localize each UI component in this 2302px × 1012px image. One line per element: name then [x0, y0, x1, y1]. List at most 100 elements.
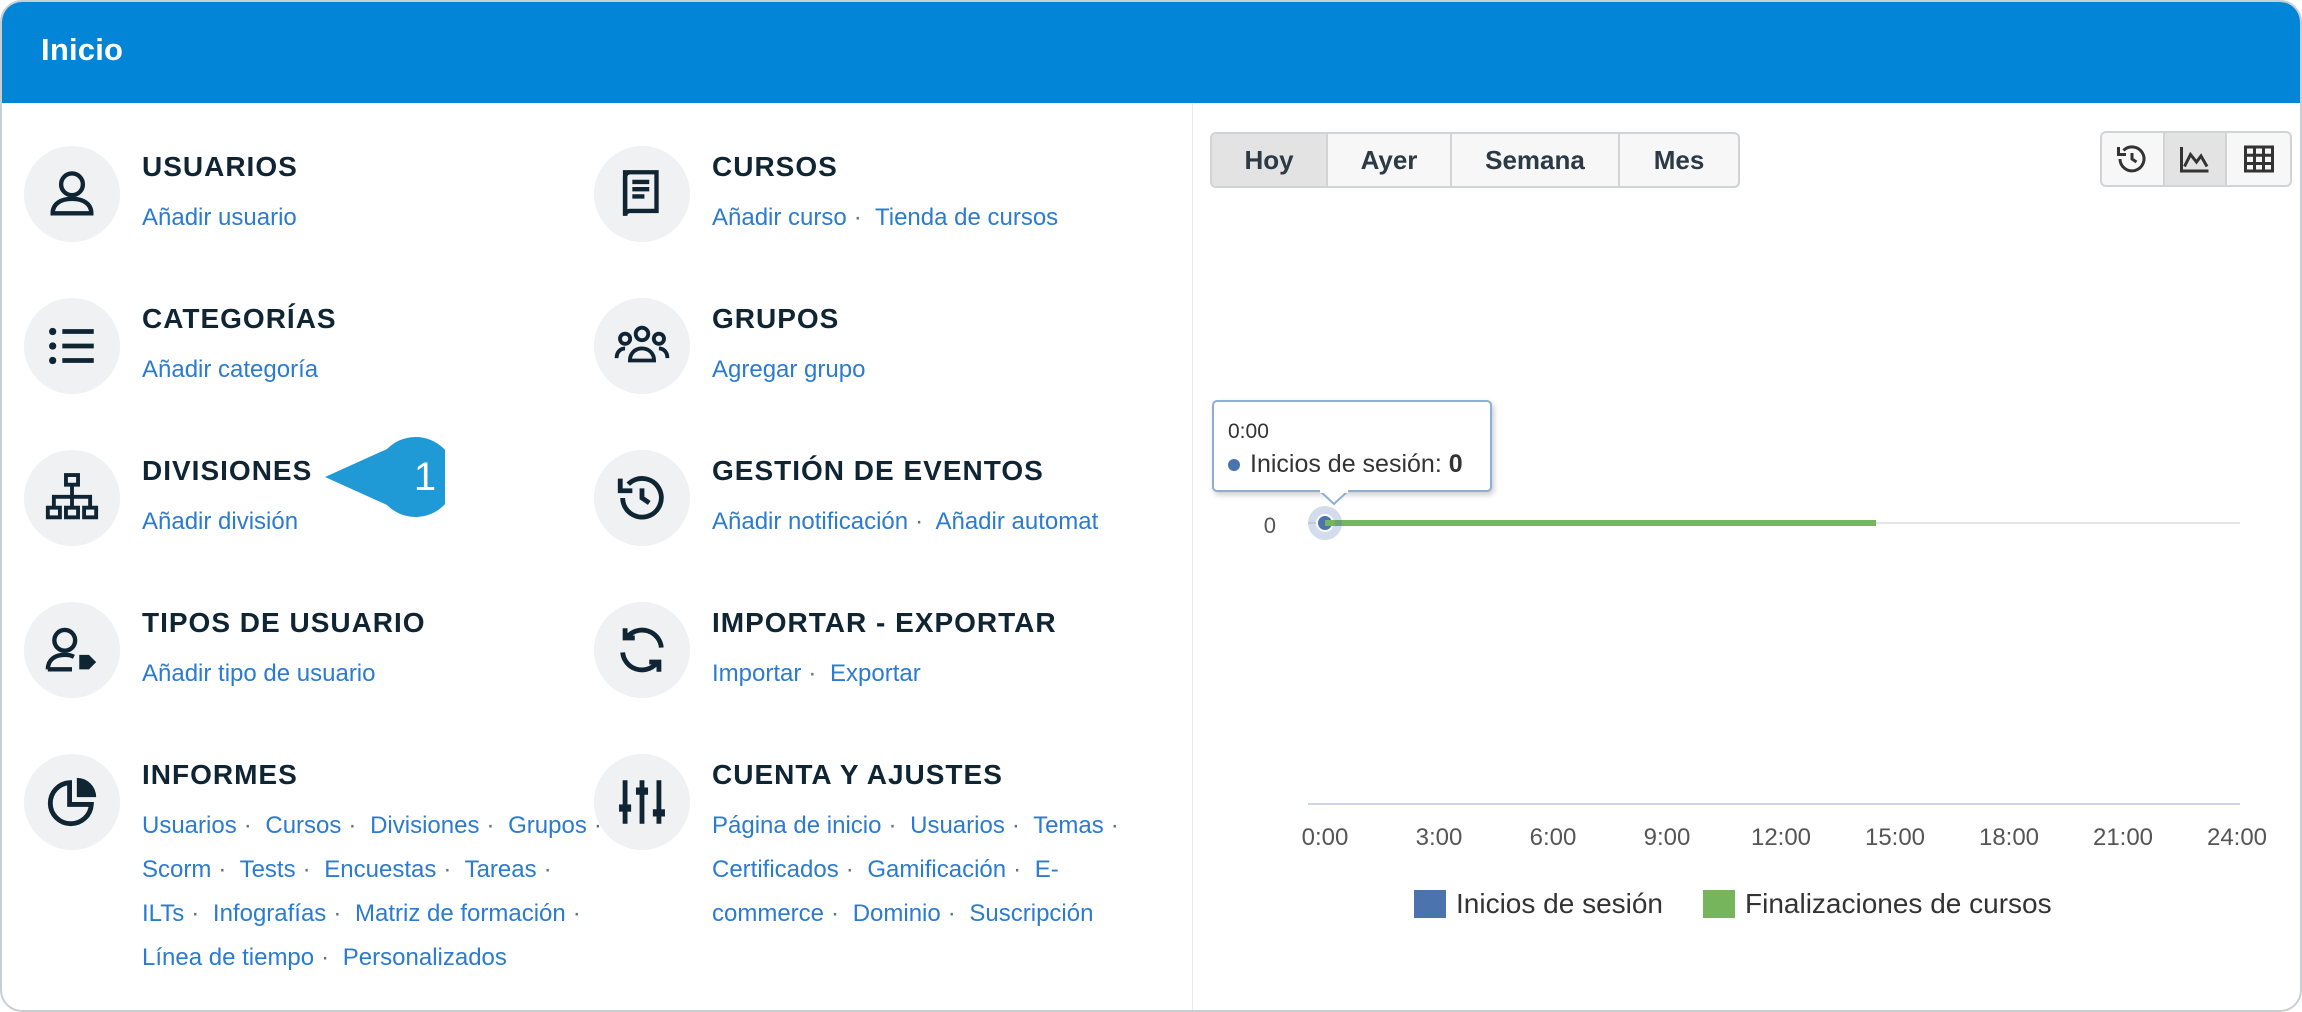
stats-panel [1193, 103, 2300, 1010]
link-separator: · [191, 900, 200, 927]
page-header: Inicio [2, 2, 2300, 103]
link-separator: · [1110, 812, 1119, 839]
legend-finalizaciones[interactable]: Finalizaciones de cursos [1703, 888, 2052, 920]
link-informes-0[interactable]: Usuarios [142, 812, 237, 839]
link-tipos-usuario-0[interactable]: Añadir tipo de usuario [142, 660, 375, 687]
section-cuenta-ajustes: CUENTA Y AJUSTES Página de inicio · Usuari… [594, 754, 1154, 927]
section-links: Añadir notificación · Añadir automat [712, 500, 1182, 544]
link-informes-5[interactable]: Tests [240, 856, 296, 883]
history-icon[interactable] [594, 450, 690, 546]
tab-mes[interactable]: Mes [1620, 134, 1738, 186]
section-links: Añadir tipo de usuario [142, 652, 612, 696]
link-separator: · [348, 812, 357, 839]
link-informes-4[interactable]: Scorm [142, 856, 211, 883]
section-title[interactable]: CURSOS [712, 151, 838, 183]
section-tipos-usuario: TIPOS DE USUARIO Añadir tipo de usuario [24, 602, 584, 742]
link-cuenta-ajustes-7[interactable]: Suscripción [969, 900, 1093, 927]
link-cuenta-ajustes-1[interactable]: Usuarios [910, 812, 1005, 839]
link-usuarios-0[interactable]: Añadir usuario [142, 204, 297, 231]
timeline-view-button[interactable] [2102, 133, 2165, 185]
tab-ayer[interactable]: Ayer [1328, 134, 1452, 186]
legend-label: Finalizaciones de cursos [1745, 888, 2052, 919]
section-title[interactable]: CUENTA Y AJUSTES [712, 759, 1003, 791]
link-informes-1[interactable]: Cursos [265, 812, 341, 839]
table-grid-icon [2243, 145, 2274, 173]
legend-swatch [1414, 890, 1446, 918]
link-separator: · [486, 812, 495, 839]
book-icon[interactable] [594, 146, 690, 242]
link-separator: · [321, 944, 330, 971]
section-links: Añadir usuario [142, 196, 612, 240]
link-cuenta-ajustes-2[interactable]: Temas [1033, 812, 1104, 839]
link-cursos-0[interactable]: Añadir curso [712, 204, 847, 231]
link-separator: · [853, 204, 862, 231]
link-informes-8[interactable]: ILTs [142, 900, 184, 927]
link-informes-2[interactable]: Divisiones [370, 812, 479, 839]
link-separator: · [888, 812, 897, 839]
link-separator: · [543, 856, 552, 883]
section-title[interactable]: INFORMES [142, 759, 298, 791]
section-title[interactable]: IMPORTAR - EXPORTAR [712, 607, 1057, 639]
link-informes-6[interactable]: Encuestas [324, 856, 436, 883]
legend-swatch [1703, 890, 1736, 918]
link-informes-9[interactable]: Infografías [213, 900, 326, 927]
pie-chart-icon[interactable] [24, 754, 120, 850]
link-cuenta-ajustes-0[interactable]: Página de inicio [712, 812, 881, 839]
tab-semana[interactable]: Semana [1452, 134, 1620, 186]
link-informes-7[interactable]: Tareas [465, 856, 537, 883]
section-title[interactable]: CATEGORÍAS [142, 303, 337, 335]
link-categorias-0[interactable]: Añadir categoría [142, 356, 318, 383]
legend-inicios[interactable]: Inicios de sesión [1414, 888, 1663, 920]
link-informes-10[interactable]: Matriz de formación [355, 900, 566, 927]
link-cuenta-ajustes-3[interactable]: Certificados [712, 856, 839, 883]
link-gestion-eventos-0[interactable]: Añadir notificación [712, 508, 908, 535]
link-informes-12[interactable]: Personalizados [343, 944, 507, 971]
section-divisiones: DIVISIONES Añadir división [24, 450, 584, 590]
link-importar-exportar-1[interactable]: Exportar [830, 660, 921, 687]
tooltip-value: 0 [1448, 450, 1463, 478]
link-separator: · [915, 508, 924, 535]
section-title[interactable]: GESTIÓN DE EVENTOS [712, 455, 1044, 487]
history-icon [2117, 145, 2146, 173]
period-selector: Hoy Ayer Semana Mes [1210, 132, 1740, 188]
section-usuarios: USUARIOS Añadir usuario [24, 146, 584, 286]
step-callout: 1 [325, 437, 456, 517]
link-grupos-0[interactable]: Agregar grupo [712, 356, 865, 383]
sync-icon[interactable] [594, 602, 690, 698]
tab-hoy[interactable]: Hoy [1212, 134, 1328, 186]
link-cuenta-ajustes-4[interactable]: Gamificación [867, 856, 1006, 883]
section-title[interactable]: TIPOS DE USUARIO [142, 607, 426, 639]
link-importar-exportar-0[interactable]: Importar [712, 660, 801, 687]
chart-legend: Inicios de sesión Finalizaciones de curs… [1414, 888, 2092, 920]
section-title[interactable]: GRUPOS [712, 303, 839, 335]
link-separator: · [443, 856, 452, 883]
link-cuenta-ajustes-6[interactable]: Dominio [853, 900, 941, 927]
link-divisiones-0[interactable]: Añadir división [142, 508, 298, 535]
legend-label: Inicios de sesión [1456, 888, 1664, 919]
list-icon[interactable] [24, 298, 120, 394]
link-informes-3[interactable]: Grupos [508, 812, 587, 839]
table-view-button[interactable] [2227, 133, 2290, 185]
view-switcher [2100, 131, 2292, 187]
link-separator: · [1011, 812, 1020, 839]
chart-view-button[interactable] [2164, 133, 2228, 185]
section-title[interactable]: USUARIOS [142, 151, 298, 183]
link-cursos-1[interactable]: Tienda de cursos [875, 204, 1058, 231]
hierarchy-icon[interactable] [24, 450, 120, 546]
user-tag-icon[interactable] [24, 602, 120, 698]
sliders-icon[interactable] [594, 754, 690, 850]
section-gestion-eventos: GESTIÓN DE EVENTOS Añadir notificación · A… [594, 450, 1154, 590]
link-separator: · [218, 856, 227, 883]
link-gestion-eventos-1[interactable]: Añadir automat [935, 508, 1098, 535]
link-separator: · [333, 900, 342, 927]
group-icon[interactable] [594, 298, 690, 394]
section-title[interactable]: DIVISIONES [142, 455, 312, 487]
link-informes-11[interactable]: Línea de tiempo [142, 944, 314, 971]
step-number: 1 [413, 455, 437, 499]
user-icon[interactable] [24, 146, 120, 242]
tooltip-line: Inicios de sesión: 0 [1228, 450, 1463, 479]
page-title: Inicio [41, 32, 124, 67]
link-separator: · [845, 856, 854, 883]
link-separator: · [1013, 856, 1022, 883]
link-separator: · [243, 812, 252, 839]
